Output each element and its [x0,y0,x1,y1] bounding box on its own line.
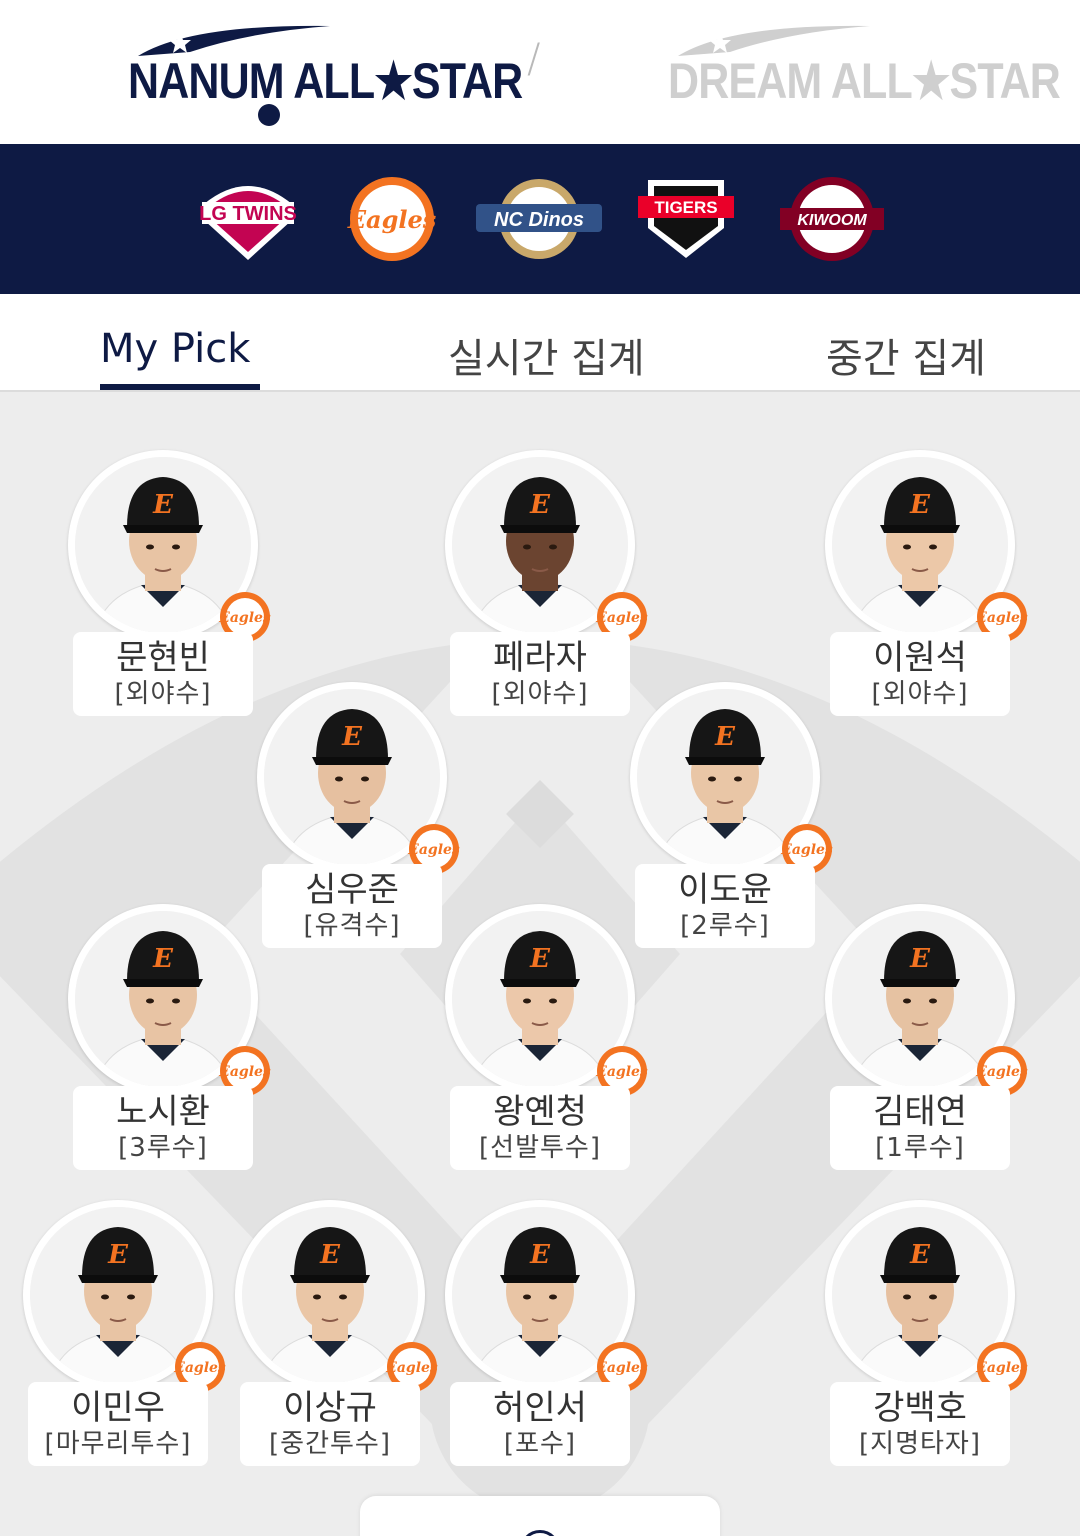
player-card[interactable]: E Eagles 이도윤 [2루수] [630,682,833,952]
player-card[interactable]: E Eagles 김태연 [1루수] [825,904,1028,1174]
svg-text:E: E [529,490,551,520]
player-label: 심우준 [유격수] [262,864,442,948]
player-name: 이민우 [71,1388,165,1428]
league-separator: / [527,36,541,82]
player-team-badge-text: Eagles [595,610,648,626]
bottom-action-card[interactable] [360,1496,720,1536]
player-name: 이상규 [283,1388,377,1428]
player-team-badge-text: Eagles [595,1064,648,1080]
player-card[interactable]: E Eagles 문현빈 [외야수] [68,450,271,720]
active-tab-underline [100,384,260,390]
player-name: 허인서 [493,1388,587,1428]
nc-dinos-logo-icon[interactable]: NC Dinos [474,174,604,264]
svg-text:E: E [909,944,931,974]
player-card[interactable]: E Eagles 노시환 [3루수] [68,904,271,1174]
hanwha-eagles-logo-text: Eagles [347,205,437,234]
player-label: 김태연 [1루수] [830,1086,1010,1170]
player-position: [3루수] [118,1133,208,1163]
player-position: [유격수] [303,911,401,941]
player-label: 허인서 [포수] [450,1382,630,1466]
svg-text:E: E [529,944,551,974]
league-header: NANUM ALL★STAR / DREAM ALL★STAR [0,0,1080,144]
hanwha-eagles-logo-icon[interactable]: Eagles [342,174,442,264]
player-name: 김태연 [873,1092,967,1132]
player-label: 이원석 [외야수] [830,632,1010,716]
dream-allstar-tab[interactable]: DREAM ALL★STAR [660,22,1061,132]
player-team-badge-text: Eagles [173,1360,226,1376]
player-label: 강백호 [지명타자] [830,1382,1010,1466]
player-card[interactable]: E Eagles 이원석 [외야수] [825,450,1028,720]
player-position: [마무리투수] [44,1429,192,1459]
player-team-badge-text: Eagles [385,1360,438,1376]
player-team-badge-text: Eagles [218,610,271,626]
player-card[interactable]: E Eagles 강백호 [지명타자] [825,1200,1028,1470]
tab-my-pick[interactable]: My Pick [100,326,250,372]
player-position: [지명타자] [859,1429,981,1459]
player-label: 페라자 [외야수] [450,632,630,716]
svg-text:E: E [107,1240,129,1270]
svg-text:E: E [714,722,736,752]
player-card[interactable]: E Eagles 이상규 [중간투수] [235,1200,438,1470]
kia-tigers-logo-text: TIGERS [654,198,717,217]
player-position: [선발투수] [479,1133,601,1163]
player-name: 심우준 [305,870,399,910]
player-label: 문현빈 [외야수] [73,632,253,716]
tab-realtime-tally[interactable]: 실시간 집계 [448,326,645,384]
player-card[interactable]: E Eagles 왕옌청 [선발투수] [445,904,648,1174]
player-team-badge-text: Eagles [975,610,1028,626]
player-position: [2루수] [680,911,770,941]
player-position: [중간투수] [269,1429,391,1459]
player-label: 왕옌청 [선발투수] [450,1086,630,1170]
svg-text:E: E [529,1240,551,1270]
player-card[interactable]: E Eagles 페라자 [외야수] [445,450,648,720]
nanum-allstar-tab[interactable]: NANUM ALL★STAR [120,22,523,132]
player-name: 왕옌청 [493,1092,587,1132]
player-label: 이도윤 [2루수] [635,864,815,948]
svg-text:E: E [152,490,174,520]
lg-twins-logo-icon[interactable]: LG TWINS [196,174,300,264]
svg-text:E: E [909,1240,931,1270]
svg-text:E: E [341,722,363,752]
svg-text:E: E [909,490,931,520]
player-position: [1루수] [875,1133,965,1163]
tab-interim-tally[interactable]: 중간 집계 [826,326,986,384]
player-team-badge-text: Eagles [407,842,460,858]
player-name: 페라자 [493,638,587,678]
player-position: [포수] [503,1429,577,1459]
player-team-badge-text: Eagles [975,1360,1028,1376]
player-name: 이원석 [873,638,967,678]
player-label: 이민우 [마무리투수] [28,1382,208,1466]
player-position: [외야수] [871,679,969,709]
player-name: 노시환 [116,1092,210,1132]
bottom-action-icon [520,1530,560,1536]
player-card[interactable]: E Eagles 심우준 [유격수] [257,682,460,952]
player-name: 문현빈 [116,638,210,678]
player-label: 노시환 [3루수] [73,1086,253,1170]
nanum-allstar-label: NANUM ALL★STAR [128,53,523,109]
player-team-badge-text: Eagles [218,1064,271,1080]
player-label: 이상규 [중간투수] [240,1382,420,1466]
player-card[interactable]: E Eagles 이민우 [마무리투수] [23,1200,226,1470]
player-name: 이도윤 [678,870,772,910]
kia-tigers-logo-icon[interactable]: TIGERS [634,174,738,264]
kiwoom-heroes-logo-icon[interactable]: KIWOOM [778,174,886,264]
svg-text:E: E [152,944,174,974]
player-team-badge-text: Eagles [780,842,833,858]
active-indicator-dot [258,104,280,126]
player-position: [외야수] [114,679,212,709]
lg-twins-logo-text: LG TWINS [199,203,297,225]
team-selector-bar: LG TWINS Eagles NC Dinos TIGERS KIWOOM [0,144,1080,294]
player-card[interactable]: E Eagles 허인서 [포수] [445,1200,648,1470]
player-position: [외야수] [491,679,589,709]
dream-allstar-label: DREAM ALL★STAR [668,53,1061,109]
player-team-badge-text: Eagles [595,1360,648,1376]
player-team-badge-text: Eagles [975,1064,1028,1080]
nc-dinos-logo-text: NC Dinos [494,209,584,231]
svg-text:E: E [319,1240,341,1270]
player-name: 강백호 [873,1388,967,1428]
view-tabs: My Pick 실시간 집계 중간 집계 [0,294,1080,392]
kiwoom-logo-text: KIWOOM [797,212,867,229]
